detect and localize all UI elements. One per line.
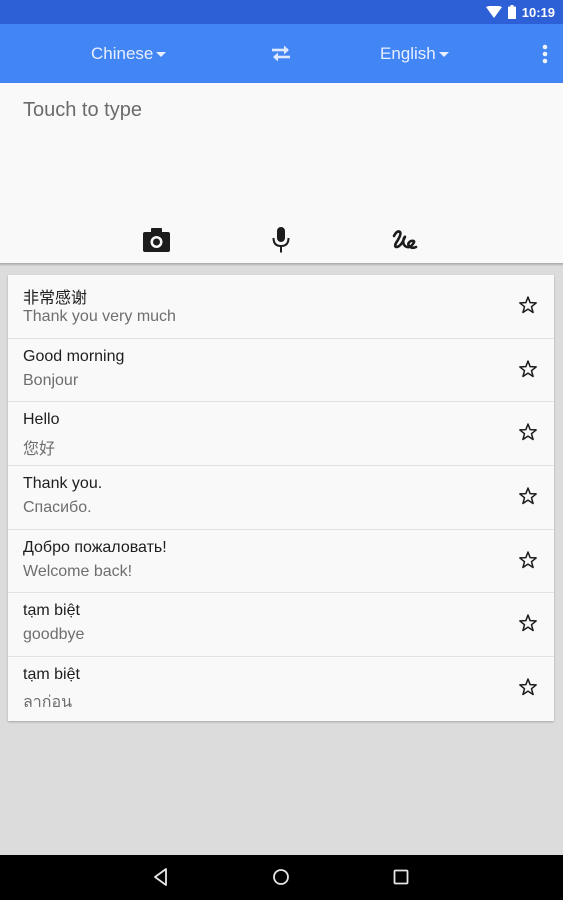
microphone-icon — [272, 227, 290, 253]
star-icon[interactable] — [518, 550, 538, 570]
star-icon[interactable] — [518, 295, 538, 315]
back-icon[interactable] — [150, 866, 172, 888]
status-time: 10:19 — [521, 4, 555, 20]
phrase-source-text: 非常感谢 — [23, 290, 88, 307]
dropdown-caret-icon — [156, 51, 167, 57]
star-icon[interactable] — [518, 422, 538, 442]
phrase-translation-text: Thank you very much — [23, 308, 176, 325]
phrase-list-item[interactable]: Thank you. Спасибо. — [8, 466, 554, 530]
phrase-translation-text: Bonjour — [23, 371, 79, 389]
recents-icon[interactable] — [390, 866, 412, 888]
status-bar: 10:19 — [0, 0, 563, 24]
camera-button[interactable] — [142, 226, 170, 254]
target-language-dropdown[interactable]: English — [380, 24, 449, 83]
phrase-source-text: Good morning — [23, 347, 125, 365]
phrase-list-item[interactable]: Hello 您好 — [8, 402, 554, 467]
star-icon[interactable] — [518, 613, 538, 633]
system-nav-bar — [0, 855, 563, 900]
input-divider — [0, 263, 563, 266]
swap-languages-button[interactable] — [268, 41, 294, 65]
voice-input-button[interactable] — [267, 226, 295, 254]
phrase-list-item[interactable]: tạm biệt goodbye — [8, 593, 554, 658]
phrase-translation-text: Welcome back! — [23, 562, 133, 580]
phrase-list-item[interactable]: 非常感谢 Thank you very much — [8, 275, 554, 339]
app-bar: Chinese English — [0, 24, 563, 83]
star-icon[interactable] — [518, 486, 538, 506]
source-language-label: Chinese — [91, 43, 154, 63]
phrase-translation-text: 您好 — [23, 441, 56, 459]
wifi-icon — [485, 6, 502, 18]
source-language-dropdown[interactable]: Chinese — [91, 24, 167, 83]
home-icon[interactable] — [270, 866, 292, 888]
star-icon[interactable] — [518, 359, 538, 379]
handwriting-icon — [392, 230, 418, 250]
more-vertical-icon — [542, 44, 548, 64]
dropdown-caret-icon — [438, 51, 449, 57]
phrase-list-item[interactable]: Good morning Bonjour — [8, 339, 554, 403]
status-icons: 10:19 — [485, 3, 555, 21]
phrase-source-text: tạm biệt — [23, 602, 80, 620]
phrase-translation-text: goodbye — [23, 626, 85, 644]
swap-arrows-icon — [272, 45, 290, 62]
phrasebook-list: 非常感谢 Thank you very much Good morning Bo… — [8, 275, 554, 721]
phrase-source-text: Thank you. — [23, 475, 103, 493]
translation-input-area[interactable]: Touch to type — [0, 83, 563, 263]
handwriting-button[interactable] — [391, 226, 419, 254]
text-input-placeholder[interactable]: Touch to type — [23, 99, 142, 122]
star-icon[interactable] — [518, 677, 538, 697]
battery-icon — [507, 5, 516, 19]
phrase-translation-text: ลาก่อน — [23, 694, 73, 712]
phrase-list-item[interactable]: tạm biệt ลาก่อน — [8, 657, 554, 721]
phrase-list-item[interactable]: Добро пожаловать! Welcome back! — [8, 530, 554, 594]
phrase-source-text: Добро пожаловать! — [23, 538, 167, 556]
phrase-translation-text: Спасибо. — [23, 499, 92, 517]
phrase-source-text: Hello — [23, 411, 60, 429]
target-language-label: English — [380, 43, 436, 63]
camera-icon — [142, 228, 170, 252]
overflow-menu-button[interactable] — [535, 42, 555, 66]
phrase-source-text: tạm biệt — [23, 666, 80, 684]
